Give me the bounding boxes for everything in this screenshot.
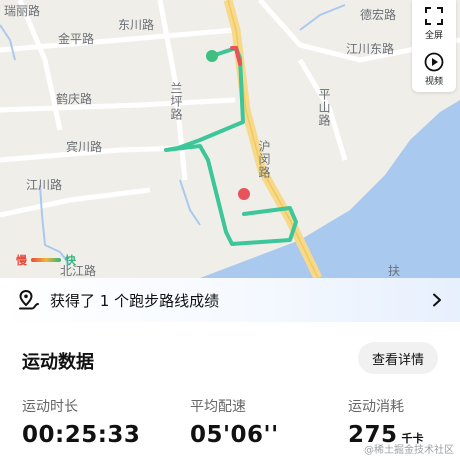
speed-slow-label: 慢: [16, 254, 27, 267]
fullscreen-button[interactable]: 全屏: [412, 0, 456, 46]
map-label: 江川东路: [346, 42, 395, 56]
map-label: 平山路: [317, 88, 331, 127]
map-label: 宾川路: [66, 140, 103, 154]
end-marker: [238, 188, 250, 200]
run-route: [164, 46, 298, 246]
chevron-right-icon: [433, 293, 441, 307]
duration-label: 运动时长: [22, 399, 78, 415]
exercise-stats-panel: 运动数据 查看详情 运动时长 00:25:33 平均配速 05'06'' 运动消…: [0, 322, 460, 460]
map-label: 沪闵路: [257, 140, 271, 179]
duration-metric: 运动时长 00:25:33: [22, 396, 140, 448]
fullscreen-icon: [425, 6, 443, 25]
map-label: 东川路: [118, 18, 155, 32]
watermark: @稀土掘金技术社区: [364, 445, 454, 456]
map-label: 金平路: [58, 32, 95, 46]
speed-legend: 慢 快: [16, 252, 76, 268]
route-map[interactable]: 瑞丽路 金平路 东川路 德宏路 江川东路 鹤庆路 兰坪路 平山路 宾川路 沪闵路…: [0, 0, 460, 278]
calories-label: 运动消耗: [348, 399, 404, 415]
achievement-text: 获得了 1 个跑步路线成绩: [50, 291, 220, 310]
duration-value: 00:25:33: [22, 422, 141, 448]
map-label: 扶: [388, 264, 401, 278]
map-label: 鹤庆路: [56, 92, 93, 106]
stats-title: 运动数据: [22, 352, 94, 373]
view-details-button[interactable]: 查看详情: [358, 342, 438, 374]
pace-label: 平均配速: [190, 399, 246, 415]
main-road: [223, 0, 323, 278]
map-controls: 全屏 视频: [412, 0, 456, 92]
map-label: 兰坪路: [169, 82, 183, 121]
achievement-banner[interactable]: 获得了 1 个跑步路线成绩: [0, 278, 460, 322]
video-button[interactable]: 视频: [412, 46, 456, 92]
speed-fast-label: 快: [65, 254, 76, 267]
play-icon: [424, 52, 444, 71]
start-marker: [206, 50, 218, 62]
video-label: 视频: [424, 76, 443, 87]
fullscreen-label: 全屏: [424, 30, 443, 41]
speed-gradient-bar: [31, 258, 61, 262]
map-label: 瑞丽路: [4, 4, 41, 18]
pace-metric: 平均配速 05'06'': [190, 396, 279, 448]
pace-value: 05'06'': [190, 422, 279, 448]
route-pin-icon: [19, 289, 39, 310]
map-label: 江川路: [26, 178, 63, 192]
map-label: 德宏路: [360, 8, 397, 22]
